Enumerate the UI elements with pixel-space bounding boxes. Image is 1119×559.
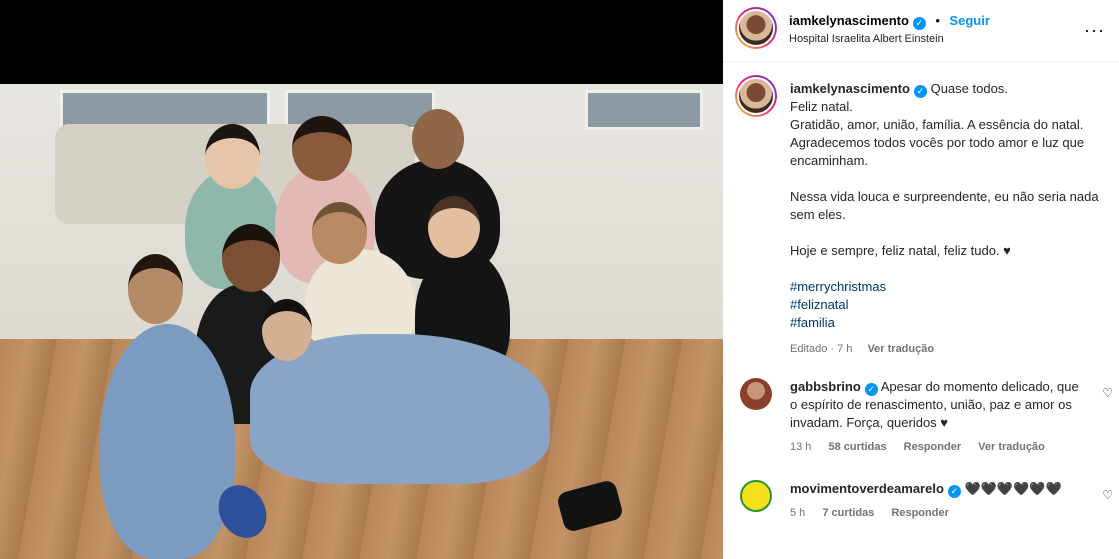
verified-badge-icon: ✓ — [864, 383, 878, 396]
caption-edited: Editado · 7 h — [790, 343, 853, 355]
photo-person — [100, 324, 235, 559]
comment-text: movimentoverdeamarelo ✓ 🖤🖤🖤🖤🖤🖤 — [790, 480, 1085, 498]
comment-meta: 5 h 7 curtidas Responder — [790, 507, 963, 519]
caption-line: Nessa vida louca e surpreendente, eu não… — [790, 189, 1099, 222]
photo-person-head — [205, 124, 260, 189]
comment-meta: 13 h 58 curtidas Responder Ver tradução — [790, 441, 1059, 453]
comment-likes[interactable]: 58 curtidas — [828, 441, 886, 453]
heart-outline-icon[interactable]: ♡ — [1102, 488, 1113, 502]
author-avatar[interactable] — [735, 7, 777, 49]
caption-line: Feliz natal. — [790, 99, 853, 114]
post-header: iamkelynascimento ✓ • Seguir Hospital Isr… — [723, 0, 1119, 62]
photo-person-head — [428, 196, 480, 258]
commenter-username[interactable]: gabbsbrino — [790, 379, 861, 394]
verified-badge-icon: ✓ — [913, 85, 927, 98]
verified-badge-icon: ✓ — [912, 17, 926, 30]
comment-time: 5 h — [790, 507, 806, 519]
post-photo — [0, 84, 723, 559]
verified-badge-icon: ✓ — [947, 485, 961, 498]
hashtag-link[interactable]: #familia — [790, 314, 1100, 332]
post-location[interactable]: Hospital Israelita Albert Einstein — [789, 33, 944, 45]
reply-button[interactable]: Responder — [904, 441, 961, 453]
header-separator: • — [935, 13, 940, 28]
comment-time: 13 h — [790, 441, 812, 453]
post-media[interactable] — [0, 0, 723, 559]
photo-person-head — [292, 116, 352, 181]
comment-likes[interactable]: 7 curtidas — [822, 507, 874, 519]
post-sidebar: iamkelynascimento ✓ • Seguir Hospital Isr… — [723, 0, 1119, 559]
caption-line: Quase todos. — [930, 81, 1008, 96]
hashtag-link[interactable]: #feliznatal — [790, 296, 1100, 314]
commenter-avatar[interactable] — [740, 480, 772, 512]
hashtag-link[interactable]: #merrychristmas — [790, 278, 1100, 296]
commenter-avatar[interactable] — [740, 378, 772, 410]
follow-button[interactable]: Seguir — [949, 13, 989, 28]
comment-body: 🖤🖤🖤🖤🖤🖤 — [964, 481, 1062, 496]
caption-text: iamkelynascimento ✓ Quase todos. Feliz na… — [790, 80, 1100, 358]
photo-person-head — [222, 224, 280, 292]
caption-username[interactable]: iamkelynascimento — [790, 81, 910, 96]
photo-person-head — [128, 254, 183, 324]
comment-text: gabbsbrino ✓ Apesar do momento delicado, … — [790, 378, 1085, 432]
caption-translate-link[interactable]: Ver tradução — [867, 343, 934, 355]
caption-avatar[interactable] — [735, 75, 777, 117]
photo-person-head — [262, 299, 312, 361]
photo-person-head — [312, 202, 367, 264]
caption-meta: Editado · 7 h Ver tradução — [790, 340, 1100, 358]
photo-person-head — [412, 109, 464, 169]
photo-window — [585, 90, 703, 130]
comment-translate-link[interactable]: Ver tradução — [978, 441, 1045, 453]
caption-line: Gratidão, amor, união, família. A essênc… — [790, 117, 1085, 168]
commenter-username[interactable]: movimentoverdeamarelo — [790, 481, 944, 496]
author-username[interactable]: iamkelynascimento — [789, 13, 909, 28]
header-user-row: iamkelynascimento ✓ • Seguir — [789, 12, 990, 30]
heart-outline-icon[interactable]: ♡ — [1102, 386, 1113, 400]
more-options-icon[interactable]: ··· — [1084, 20, 1105, 41]
reply-button[interactable]: Responder — [891, 507, 948, 519]
caption-line: Hoje e sempre, feliz natal, feliz tudo. … — [790, 243, 1011, 258]
